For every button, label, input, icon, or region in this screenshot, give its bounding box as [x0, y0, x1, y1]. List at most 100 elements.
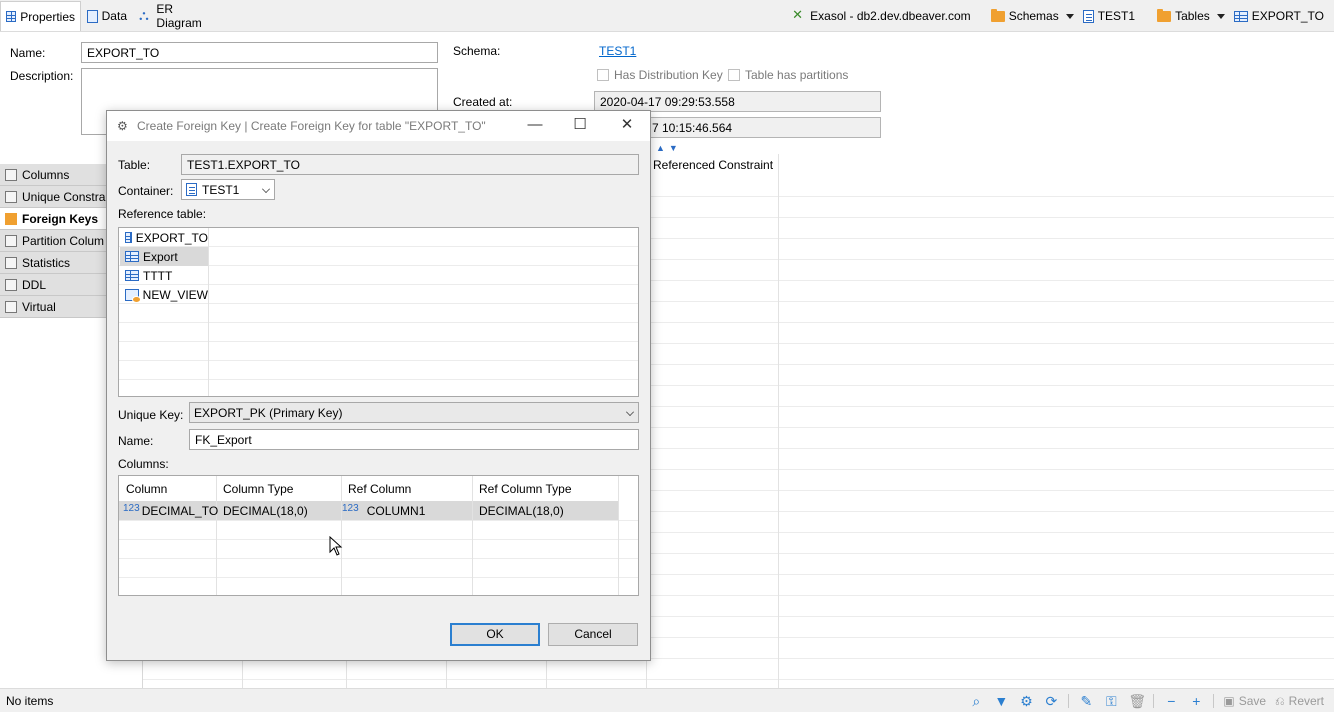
column-divider: [216, 476, 217, 595]
breadcrumb-connection[interactable]: Exasol - db2.dev.dbeaver.com: [792, 7, 971, 23]
checkbox-box: [728, 69, 740, 81]
table-icon: [1233, 10, 1248, 22]
er-diagram-icon: [139, 7, 152, 24]
list-item-label: EXPORT_TO: [135, 230, 208, 245]
checkbox-label: Table has partitions: [745, 68, 849, 82]
list-item-label: Export: [143, 249, 178, 264]
breadcrumb-label: TEST1: [1097, 9, 1136, 23]
sidenav-item-columns[interactable]: Columns: [0, 164, 110, 186]
filter-icon[interactable]: ▼: [993, 693, 1009, 709]
data-icon: [87, 9, 98, 23]
table-label: Table:: [118, 158, 151, 172]
column-header-column[interactable]: Column: [119, 476, 174, 500]
sidenav-item-statistics[interactable]: Statistics: [0, 252, 110, 274]
tab-label: Data: [101, 9, 127, 23]
sidenav-item-label: DDL: [22, 277, 47, 292]
reference-table-label: Reference table:: [118, 207, 207, 221]
minus-icon[interactable]: −: [1163, 693, 1179, 709]
sidenav-item-ddl[interactable]: DDL: [0, 274, 110, 296]
numeric-type-icon: 123: [123, 503, 140, 514]
column-divider: [618, 476, 619, 595]
toolbar-separator: [1153, 694, 1155, 708]
cell-column[interactable]: 123 DECIMAL_TO: [119, 501, 218, 520]
info-icon: [5, 256, 17, 269]
table-has-partitions-checkbox[interactable]: Table has partitions: [728, 68, 848, 82]
container-select[interactable]: TEST1: [181, 179, 275, 200]
unique-key-select[interactable]: EXPORT_PK (Primary Key): [189, 402, 639, 423]
add-key-icon[interactable]: ⚿: [1103, 693, 1119, 710]
has-distribution-key-checkbox[interactable]: Has Distribution Key: [597, 68, 723, 82]
list-item[interactable]: Export: [120, 247, 208, 266]
status-text: No items: [6, 694, 54, 708]
refresh-icon[interactable]: ⟳: [1043, 693, 1059, 710]
cell-text: DECIMAL_TO: [141, 503, 219, 518]
status-toolbar: ⌕ ▼ ⚙ ⟳ ✎ ⚿ 🗑 − + ▣ Save ⎌ Revert: [968, 689, 1324, 712]
referenced-constraint-header[interactable]: Referenced Constraint: [653, 158, 773, 172]
cell-ref-column[interactable]: 123 COLUMN1: [338, 501, 425, 520]
cell-column-type[interactable]: DECIMAL(18,0): [219, 501, 308, 520]
minimize-icon[interactable]: —: [520, 114, 550, 138]
tab-properties[interactable]: Properties: [0, 1, 81, 31]
sidenav-item-label: Virtual: [22, 299, 56, 314]
name-label: Name:: [10, 46, 46, 60]
fk-name-field[interactable]: FK_Export: [189, 429, 639, 450]
container-label: Container:: [118, 184, 174, 198]
delete-icon[interactable]: 🗑: [1128, 693, 1146, 710]
container-value: TEST1: [202, 182, 240, 197]
virtual-icon: [5, 300, 17, 313]
column-header-ref-column[interactable]: Ref Column: [341, 476, 418, 500]
list-divider: [208, 228, 209, 396]
fk-columns-table[interactable]: Column Column Type Ref Column Ref Column…: [118, 475, 639, 596]
column-header-column-type[interactable]: Column Type: [216, 476, 300, 500]
table-icon: [125, 232, 132, 243]
name-field[interactable]: EXPORT_TO: [81, 42, 438, 63]
close-icon[interactable]: ✕: [612, 114, 642, 138]
edit-icon[interactable]: ✎: [1078, 693, 1094, 710]
sidenav-item-unique-constraints[interactable]: Unique Constra: [0, 186, 110, 208]
sidenav-item-label: Foreign Keys: [22, 211, 99, 226]
tab-data[interactable]: Data: [82, 1, 132, 31]
maximize-icon[interactable]: ☐: [565, 114, 595, 138]
list-item[interactable]: EXPORT_TO: [120, 228, 208, 247]
list-item[interactable]: NEW_VIEW: [120, 285, 208, 304]
sidenav-item-partition-columns[interactable]: Partition Colum: [0, 230, 110, 252]
sort-arrows-icon[interactable]: ▲▼: [656, 143, 682, 153]
breadcrumb-table[interactable]: EXPORT_TO: [1233, 9, 1324, 23]
schema-link[interactable]: TEST1: [599, 44, 636, 58]
cancel-button[interactable]: Cancel: [548, 623, 638, 646]
tab-er-diagram[interactable]: ER Diagram: [134, 1, 224, 31]
table-icon: [6, 11, 17, 22]
tab-label: ER Diagram: [156, 2, 202, 30]
revert-button[interactable]: ⎌ Revert: [1275, 694, 1324, 709]
sidenav-item-virtual[interactable]: Virtual: [0, 296, 110, 318]
description-label: Description:: [10, 69, 74, 83]
list-item[interactable]: TTTT: [120, 266, 208, 285]
gear-icon[interactable]: ⚙: [1018, 693, 1034, 710]
breadcrumb-schemas[interactable]: Schemas: [990, 8, 1077, 23]
toolbar-separator: [1213, 694, 1215, 708]
folder-icon: [1157, 8, 1172, 22]
chevron-down-icon[interactable]: [1216, 13, 1225, 19]
row-divider: [119, 539, 638, 540]
partition-icon: [5, 234, 17, 247]
dialog-title: Create Foreign Key | Create Foreign Key …: [137, 119, 486, 133]
search-icon[interactable]: ⌕: [968, 693, 984, 710]
ok-button[interactable]: OK: [450, 623, 540, 646]
cell-ref-column-type[interactable]: DECIMAL(18,0): [475, 501, 564, 520]
sidenav-item-foreign-keys[interactable]: Foreign Keys: [0, 208, 110, 230]
plus-icon[interactable]: +: [1188, 693, 1204, 709]
column-header-ref-column-type[interactable]: Ref Column Type: [472, 476, 579, 500]
save-button[interactable]: ▣ Save: [1223, 694, 1266, 708]
reference-table-list[interactable]: EXPORT_TO Export TTTT NEW_VIEW: [118, 227, 639, 397]
table-field: TEST1.EXPORT_TO: [181, 154, 639, 175]
dbeaver-app-icon: ⚙: [117, 119, 128, 133]
columns-icon: [5, 168, 17, 181]
fk-name-label: Name:: [118, 434, 154, 448]
table-header: Column Column Type Ref Column Ref Column…: [119, 476, 638, 500]
unique-key-value: EXPORT_PK (Primary Key): [194, 405, 343, 420]
breadcrumb-tables[interactable]: Tables: [1157, 8, 1228, 23]
breadcrumb-schema[interactable]: TEST1: [1082, 9, 1136, 23]
breadcrumb-label: Tables: [1175, 9, 1210, 23]
chevron-down-icon[interactable]: [1065, 13, 1074, 19]
dialog-title-bar[interactable]: ⚙ Create Foreign Key | Create Foreign Ke…: [107, 111, 650, 141]
